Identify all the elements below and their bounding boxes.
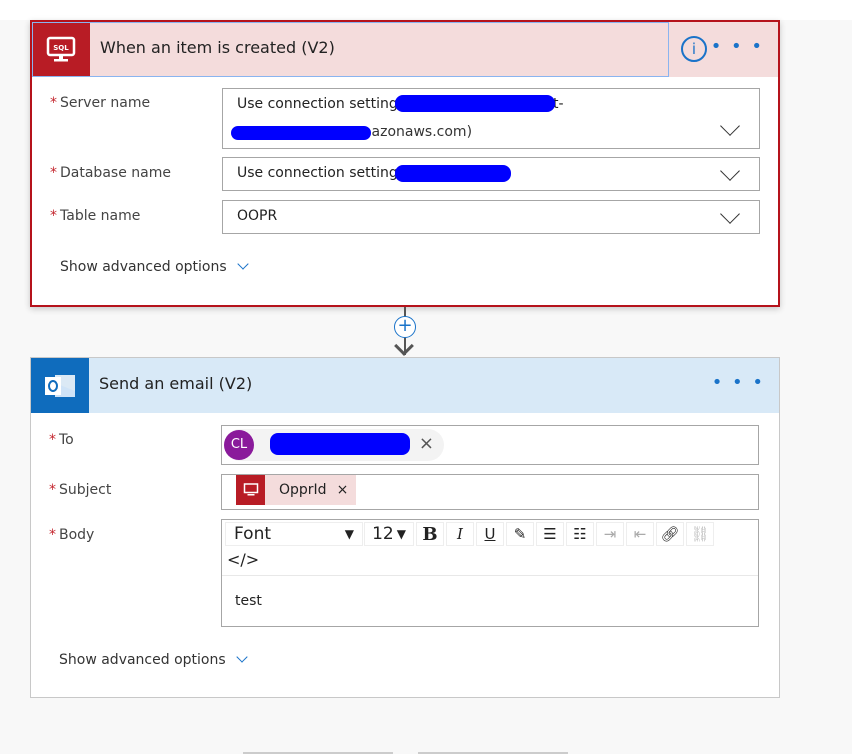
trigger-header[interactable]: SQL When an item is created (V2) i • • • xyxy=(32,22,778,77)
body-text: test xyxy=(235,593,262,609)
font-size-dropdown[interactable]: 12 ▼ xyxy=(364,522,414,546)
sql-icon xyxy=(236,475,265,505)
numbered-list-icon[interactable]: ☷ xyxy=(566,522,594,546)
underline-button[interactable]: U xyxy=(476,522,504,546)
to-label: * To xyxy=(49,432,74,448)
more-dots-icon[interactable]: • • • xyxy=(712,372,765,393)
font-dropdown[interactable]: Font ▼ xyxy=(225,522,363,546)
top-background xyxy=(0,0,852,20)
dynamic-token[interactable]: OpprId × xyxy=(236,475,357,505)
italic-button[interactable]: I xyxy=(446,522,474,546)
chevron-down-icon[interactable] xyxy=(720,161,740,181)
outdent-icon[interactable]: ⇤ xyxy=(626,522,654,546)
subject-label: * Subject xyxy=(49,482,112,498)
code-view-icon[interactable]: </> xyxy=(227,550,259,569)
table-name-dropdown[interactable]: OOPR xyxy=(222,200,760,234)
chevron-down-icon xyxy=(235,651,248,663)
unlink-icon[interactable]: ⛓︎ xyxy=(686,522,714,546)
to-field[interactable]: CL × xyxy=(221,425,759,465)
chevron-down-icon[interactable] xyxy=(720,204,740,224)
database-name-value: Use connection settings xyxy=(237,165,406,181)
redaction xyxy=(231,126,371,140)
subject-field[interactable]: OpprId × xyxy=(221,474,759,510)
info-icon[interactable]: i xyxy=(681,36,707,62)
highlight-pen-icon[interactable]: ✎ xyxy=(506,522,534,546)
more-dots-icon[interactable]: • • • xyxy=(711,36,764,57)
redaction xyxy=(395,95,555,112)
editor-divider xyxy=(222,575,758,576)
chevron-down-icon xyxy=(236,258,249,270)
link-icon[interactable]: 🔗︎ xyxy=(656,522,684,546)
indent-icon[interactable]: ⇥ xyxy=(596,522,624,546)
outlook-icon xyxy=(31,358,89,413)
body-label: * Body xyxy=(49,527,95,543)
redaction xyxy=(270,433,410,455)
database-name-dropdown[interactable]: Use connection settings xyxy=(222,157,760,191)
bullet-list-icon[interactable]: ☰ xyxy=(536,522,564,546)
remove-recipient-icon[interactable]: × xyxy=(419,433,434,454)
redaction xyxy=(395,165,511,182)
server-name-label: * Server name xyxy=(50,95,151,111)
chevron-down-icon[interactable] xyxy=(720,116,740,136)
arrow-down-icon xyxy=(394,336,414,356)
database-name-label: * Database name xyxy=(50,165,171,181)
action-header[interactable]: Send an email (V2) • • • xyxy=(31,358,779,413)
show-advanced-options[interactable]: Show advanced options xyxy=(59,651,248,668)
trigger-card: SQL When an item is created (V2) i • • •… xyxy=(30,20,780,307)
bold-button[interactable]: B xyxy=(416,522,444,546)
body-editor[interactable]: Font ▼ 12 ▼ B I U ✎ ☰ ☷ ⇥ ⇤ 🔗︎ ⛓︎ </> test xyxy=(221,519,759,627)
recipient-chip[interactable]: CL × xyxy=(224,429,444,461)
remove-token-icon[interactable]: × xyxy=(337,482,349,498)
show-advanced-options[interactable]: Show advanced options xyxy=(60,258,249,275)
action-title: Send an email (V2) xyxy=(99,374,253,393)
add-step-icon[interactable]: + xyxy=(394,316,416,338)
server-name-dropdown[interactable]: Use connection settings t- pute.amazonaw… xyxy=(222,88,760,149)
trigger-title: When an item is created (V2) xyxy=(100,38,335,57)
token-label: OpprId xyxy=(279,482,327,498)
table-name-label: * Table name xyxy=(50,208,141,224)
table-name-value: OOPR xyxy=(237,208,278,224)
action-card: Send an email (V2) • • • * To CL × * Subje… xyxy=(30,357,780,698)
server-name-value: Use connection settings xyxy=(237,96,406,112)
avatar: CL xyxy=(224,430,254,460)
